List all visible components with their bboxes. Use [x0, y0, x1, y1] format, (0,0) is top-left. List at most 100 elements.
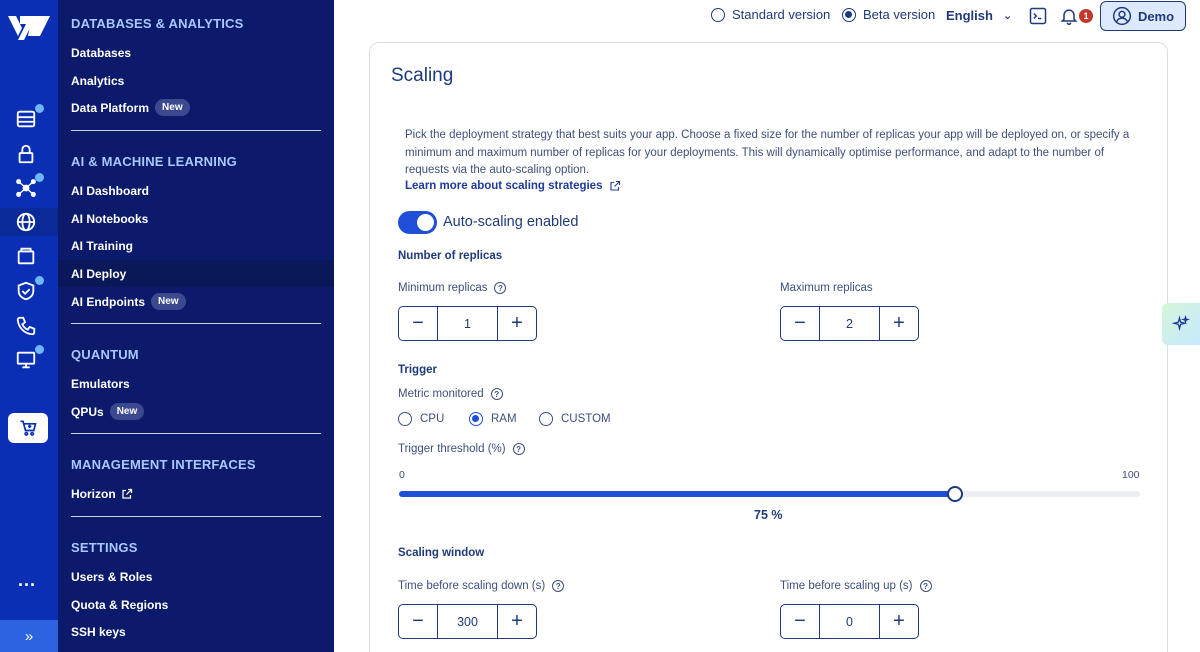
sidebar-item-horizon[interactable]: Horizon	[58, 480, 334, 507]
ai-assistant-button[interactable]	[1162, 303, 1200, 345]
ovh-logo[interactable]	[6, 12, 52, 44]
chevron-down-icon: ⌄	[1002, 10, 1013, 22]
more-button[interactable]: ...	[18, 570, 36, 591]
card-title: Scaling	[391, 65, 454, 86]
sidebar-item-data-platform[interactable]: Data Platform New	[58, 94, 334, 121]
decrement-button[interactable]: −	[781, 307, 819, 340]
scaling-description: Pick the deployment strategy that best s…	[405, 129, 1130, 176]
threshold-label: Trigger threshold (%) ?	[398, 443, 525, 455]
network-icon[interactable]	[13, 173, 44, 201]
user-icon	[1112, 6, 1132, 26]
section-ai-machine-learning: AI & MACHINE LEARNING	[71, 154, 237, 169]
help-icon[interactable]: ?	[512, 443, 525, 455]
new-badge: New	[109, 403, 145, 420]
slider-thumb[interactable]	[946, 486, 963, 502]
standard-version-radio[interactable]: Standard version	[711, 7, 830, 22]
increment-button[interactable]: +	[498, 605, 536, 638]
min-replicas-label: Minimum replicas ?	[398, 282, 507, 294]
server-icon[interactable]	[13, 104, 44, 132]
user-account-button[interactable]: Demo	[1100, 1, 1186, 31]
radio-button	[469, 412, 483, 426]
min-replicas-input[interactable]: 1	[437, 307, 498, 340]
decrement-button[interactable]: −	[781, 605, 819, 638]
top-bar: Standard version Beta version English ⌄ …	[334, 0, 1200, 32]
radio-button	[842, 7, 856, 22]
sidebar-item-ai-dashboard[interactable]: AI Dashboard	[58, 177, 334, 204]
sidebar-nav: DATABASES & ANALYTICS Databases Analytic…	[58, 0, 334, 652]
notification-count-badge: 1	[1079, 9, 1093, 23]
radio-button	[398, 412, 412, 426]
min-replicas-stepper: − 1 +	[398, 306, 537, 341]
icon-rail: ... »	[0, 0, 58, 652]
max-replicas-input[interactable]: 2	[819, 307, 880, 340]
sparkle-icon	[1172, 315, 1190, 332]
help-icon[interactable]: ?	[490, 388, 503, 400]
section-management-interfaces: MANAGEMENT INTERFACES	[71, 457, 256, 472]
increment-button[interactable]: +	[880, 307, 918, 340]
new-badge: New	[155, 99, 190, 116]
sidebar-item-ai-deploy[interactable]: AI Deploy	[58, 260, 334, 287]
help-icon[interactable]: ?	[919, 580, 932, 592]
max-replicas-stepper: − 2 +	[780, 306, 919, 341]
new-badge: New	[151, 293, 186, 310]
scale-up-input[interactable]: 0	[819, 605, 880, 638]
autoscaling-toggle[interactable]	[398, 211, 437, 234]
metric-cpu-radio[interactable]: CPU	[398, 412, 444, 426]
radio-button	[539, 412, 553, 426]
learn-more-link[interactable]: Learn more about scaling strategies	[405, 180, 621, 192]
sidebar-item-emulators[interactable]: Emulators	[58, 370, 334, 397]
slider-fill	[399, 491, 955, 497]
divider	[71, 323, 321, 324]
sidebar-item-quota-regions[interactable]: Quota & Regions	[58, 591, 334, 618]
notification-dot	[35, 104, 44, 113]
metric-custom-radio[interactable]: CUSTOM	[539, 412, 611, 426]
slider-min-label: 0	[399, 469, 405, 481]
monitor-icon[interactable]	[13, 345, 44, 373]
phone-icon[interactable]	[13, 313, 39, 339]
decrement-button[interactable]: −	[399, 605, 437, 638]
divider	[71, 433, 321, 434]
shield-icon[interactable]	[13, 276, 44, 304]
sidebar-item-ai-notebooks[interactable]: AI Notebooks	[58, 205, 334, 232]
threshold-slider[interactable]	[399, 486, 1140, 502]
max-replicas-label: Maximum replicas	[780, 282, 873, 294]
sidebar-item-ssh-keys[interactable]: SSH keys	[58, 618, 334, 645]
scale-up-label: Time before scaling up (s) ?	[780, 580, 932, 592]
help-icon[interactable]: ?	[494, 282, 507, 294]
sidebar-item-users-roles[interactable]: Users & Roles	[58, 563, 334, 590]
language-selector[interactable]: English ⌄	[946, 8, 1012, 23]
scaling-window-heading: Scaling window	[398, 547, 485, 559]
metric-ram-radio[interactable]: RAM	[469, 412, 517, 426]
decrement-button[interactable]: −	[399, 307, 437, 340]
bell-icon[interactable]	[1059, 6, 1079, 26]
lock-icon[interactable]	[13, 141, 39, 167]
increment-button[interactable]: +	[498, 307, 536, 340]
scale-down-stepper: − 300 +	[398, 604, 537, 639]
autoscaling-label: Auto-scaling enabled	[443, 214, 579, 230]
scale-down-input[interactable]: 300	[437, 605, 498, 638]
sidebar-item-ai-training[interactable]: AI Training	[58, 232, 334, 259]
scale-down-label: Time before scaling down (s) ?	[398, 580, 565, 592]
sidebar-item-analytics[interactable]: Analytics	[58, 67, 334, 94]
terminal-icon[interactable]	[1028, 6, 1048, 26]
increment-button[interactable]: +	[880, 605, 918, 638]
section-quantum: QUANTUM	[71, 347, 139, 362]
slider-max-label: 100	[1122, 469, 1140, 481]
scale-up-stepper: − 0 +	[780, 604, 919, 639]
replicas-heading: Number of replicas	[398, 250, 503, 262]
globe-icon[interactable]	[13, 209, 39, 235]
sidebar-item-databases[interactable]: Databases	[58, 39, 334, 66]
sidebar-item-ai-endpoints[interactable]: AI Endpoints New	[58, 288, 334, 315]
section-settings: SETTINGS	[71, 540, 138, 555]
help-icon[interactable]: ?	[552, 580, 565, 592]
external-link-icon	[610, 180, 621, 191]
beta-version-radio[interactable]: Beta version	[842, 7, 935, 22]
radio-button	[711, 7, 725, 22]
sidebar-item-qpus[interactable]: QPUs New	[58, 398, 334, 425]
cart-button[interactable]	[8, 413, 48, 443]
notification-dot	[35, 345, 44, 354]
storage-icon[interactable]	[13, 243, 39, 269]
trigger-heading: Trigger	[398, 364, 437, 376]
notification-dot	[35, 173, 44, 182]
expand-sidebar-button[interactable]: »	[0, 620, 58, 652]
